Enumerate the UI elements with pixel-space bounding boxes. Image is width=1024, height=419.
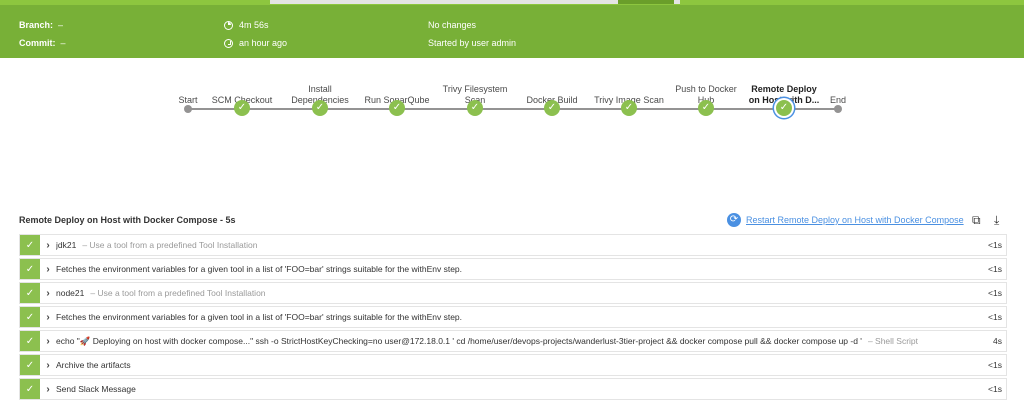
check-icon: ✓ (20, 283, 40, 303)
pipeline-stage[interactable]: Push to Docker Hub✓ (661, 70, 751, 130)
pipeline-stage[interactable]: End (793, 70, 883, 130)
chevron-right-icon[interactable]: › (40, 336, 56, 347)
step-duration: <1s (988, 360, 1002, 370)
step-label: Fetches the environment variables for a … (56, 264, 463, 274)
clock-icon (224, 38, 233, 48)
check-icon: ✓ (20, 259, 40, 279)
step-list: ✓ › jdk21– Use a tool from a predefined To… (19, 234, 1007, 402)
changes-value: No changes (428, 20, 477, 30)
branch-label: Branch: (19, 20, 54, 30)
check-icon[interactable]: ✓ (389, 100, 405, 116)
check-icon: ✓ (20, 355, 40, 375)
chevron-right-icon[interactable]: › (40, 288, 56, 299)
step-duration: <1s (988, 288, 1002, 298)
step-duration: <1s (988, 312, 1002, 322)
top-tab-indicator (618, 0, 674, 4)
chevron-right-icon[interactable]: › (40, 360, 56, 371)
step-row[interactable]: ✓ › Send Slack Message <1s (19, 378, 1007, 400)
started-ago: an hour ago (239, 38, 288, 48)
step-label: Fetches the environment variables for a … (56, 312, 463, 322)
started-row: an hour ago (224, 38, 287, 48)
check-icon[interactable]: ✓ (544, 100, 560, 116)
restart-stage[interactable]: ⟳ Restart Remote Deploy on Host with Doc… (727, 213, 964, 227)
step-row[interactable]: ✓ › echo "🚀 Deploying on host with docker … (19, 330, 1007, 352)
step-description: – Shell Script (867, 336, 919, 346)
check-icon: ✓ (20, 379, 40, 399)
download-icon[interactable]: ⤓ (994, 213, 999, 228)
step-description: – Use a tool from a predefined Tool Inst… (82, 240, 258, 250)
stage-node-start[interactable] (184, 105, 192, 113)
started-by-text: Started by user admin (428, 38, 516, 48)
duration-value: 4m 56s (239, 20, 269, 30)
started-by-value: Started by user admin (428, 38, 517, 48)
duration-row: 4m 56s (224, 20, 269, 30)
run-summary-header: Branch: – Commit: – 4m 56s an hour ago N… (0, 5, 1024, 58)
chevron-right-icon[interactable]: › (40, 264, 56, 275)
chevron-right-icon[interactable]: › (40, 384, 56, 395)
step-duration: <1s (988, 240, 1002, 250)
pipeline-stage[interactable]: SCM Checkout ✓ (197, 70, 287, 130)
stage-node-end[interactable] (834, 105, 842, 113)
commit-label: Commit: (19, 38, 56, 48)
changes-text: No changes (428, 20, 476, 30)
check-icon[interactable]: ✓ (698, 100, 714, 116)
branch-row: Branch: – (19, 20, 63, 30)
check-icon[interactable]: ✓ (621, 100, 637, 116)
commit-value: – (60, 38, 66, 48)
step-row[interactable]: ✓ › Fetches the environment variables for … (19, 306, 1007, 328)
check-icon: ✓ (20, 307, 40, 327)
open-external-icon[interactable]: ⧉ (972, 213, 981, 228)
step-row[interactable]: ✓ › Fetches the environment variables for … (19, 258, 1007, 280)
step-label: echo "🚀 Deploying on host with docker co… (56, 335, 862, 346)
step-label: node21 (56, 288, 85, 298)
chevron-right-icon[interactable]: › (40, 312, 56, 323)
chevron-right-icon[interactable]: › (40, 240, 56, 251)
step-label: jdk21 (56, 240, 77, 250)
step-row[interactable]: ✓ › Archive the artifacts <1s (19, 354, 1007, 376)
branch-value: – (58, 20, 64, 30)
check-icon[interactable]: ✓ (234, 100, 250, 116)
step-duration: <1s (988, 264, 1002, 274)
pipeline-stage[interactable]: Run SonarQube ✓ (352, 70, 442, 130)
step-label: Archive the artifacts (56, 360, 131, 370)
restart-icon[interactable]: ⟳ (727, 213, 741, 227)
check-icon[interactable]: ✓ (776, 100, 792, 116)
step-description: – Use a tool from a predefined Tool Inst… (90, 288, 266, 298)
step-row[interactable]: ✓ › node21 – Use a tool from a predefined T… (19, 282, 1007, 304)
step-duration: <1s (988, 384, 1002, 394)
check-icon[interactable]: ✓ (312, 100, 328, 116)
restart-stage-link[interactable]: Restart Remote Deploy on Host with Docke… (746, 215, 964, 225)
check-icon[interactable]: ✓ (467, 100, 483, 116)
check-icon: ✓ (20, 235, 40, 255)
check-icon: ✓ (20, 331, 40, 351)
stage-details-title: Remote Deploy on Host with Docker Compos… (19, 215, 236, 225)
step-duration: 4s (993, 336, 1002, 346)
commit-row: Commit: – (19, 38, 66, 48)
pipeline-graph: StartSCM Checkout✓Install Dependencies✓R… (0, 70, 1024, 130)
timer-icon (224, 20, 233, 30)
step-row[interactable]: ✓ › jdk21 – Use a tool from a predefined To… (19, 234, 1007, 256)
step-label: Send Slack Message (56, 384, 136, 394)
